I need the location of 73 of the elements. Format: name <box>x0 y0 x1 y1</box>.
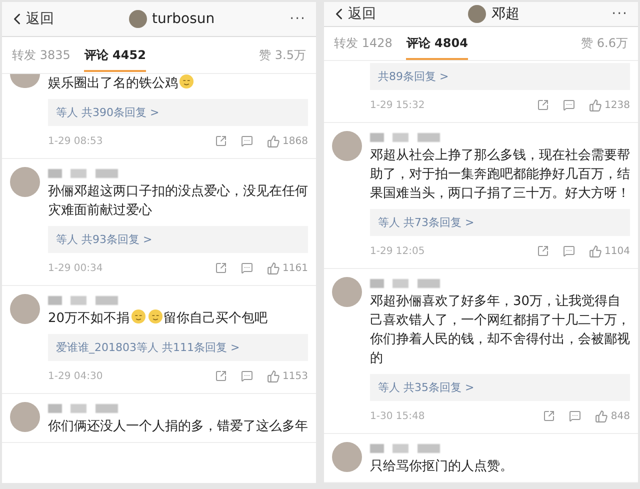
share-icon[interactable] <box>536 99 549 111</box>
blurred-username <box>370 444 440 453</box>
avatar-placeholder <box>129 10 147 28</box>
blurred-username <box>370 279 440 288</box>
share-icon[interactable] <box>214 370 227 382</box>
more-button[interactable]: ··· <box>612 6 628 22</box>
avatar-placeholder[interactable] <box>10 402 40 432</box>
comment-time: 1-29 00:34 <box>48 262 103 274</box>
avatar-placeholder <box>468 5 486 23</box>
avatar-placeholder[interactable] <box>332 277 362 307</box>
avatar-placeholder[interactable] <box>10 74 40 88</box>
blurred-username <box>48 404 118 413</box>
emoji-icon <box>148 309 163 324</box>
comment-time: 1-30 15:48 <box>370 410 425 422</box>
blurred-username <box>48 169 118 178</box>
comment-icon[interactable] <box>240 370 253 382</box>
thumbs-up-icon <box>588 98 602 112</box>
like-button[interactable]: 848 <box>594 410 630 422</box>
likes-tab[interactable]: 赞 6.6万 <box>581 35 628 52</box>
back-button[interactable]: 返回 <box>8 10 54 28</box>
replies-link[interactable]: 等人 共73条回复 > <box>370 209 630 236</box>
avatar-placeholder[interactable] <box>332 131 362 161</box>
like-button[interactable]: 1161 <box>266 262 308 274</box>
share-icon[interactable] <box>542 410 555 422</box>
comment-text: 只给骂你抠门的人点赞。 <box>370 458 514 476</box>
replies-link[interactable]: 等人 共390条回复 > <box>48 99 308 126</box>
replies-link[interactable]: 等人 共93条回复 > <box>48 226 308 253</box>
replies-link[interactable]: 爱谁谁_201803等人 共111条回复 > <box>48 334 308 361</box>
thumbs-up-icon <box>594 410 608 422</box>
page-title: turbosun <box>152 11 215 27</box>
thumbs-up-icon <box>266 370 280 382</box>
comment-text: 娱乐圈出了名的铁公鸡 <box>48 74 308 93</box>
likes-tab[interactable]: 赞 3.5万 <box>259 46 306 64</box>
more-button[interactable]: ··· <box>290 11 306 27</box>
replies-link[interactable]: 等人 共35条回复 > <box>370 374 630 401</box>
comment-time: 1-29 15:32 <box>370 100 425 110</box>
replies-link[interactable]: 共89条回复 > <box>370 63 630 90</box>
comment-text: 孙俪邓超这两口子扣的没点爱心，没见在任何灾难面前献过爱心 <box>48 183 308 220</box>
emoji-icon <box>130 309 146 324</box>
comment-time: 1-29 12:05 <box>370 246 425 256</box>
like-button[interactable]: 1153 <box>266 370 308 382</box>
comment-time: 1-29 04:30 <box>48 370 103 382</box>
tab[interactable]: 评论 4452 <box>84 38 146 72</box>
tab[interactable]: 转发 3835 <box>12 38 70 72</box>
comment-time: 1-29 08:53 <box>48 136 103 146</box>
comment-icon[interactable] <box>240 262 253 274</box>
comment-icon[interactable] <box>562 99 575 111</box>
comment-text: 你们俩还没人一个人捐的多，错爱了这么多年 <box>48 418 308 436</box>
avatar-placeholder[interactable] <box>10 167 40 197</box>
emoji-icon <box>179 74 194 89</box>
thumbs-up-icon <box>588 244 602 258</box>
thumbs-up-icon <box>266 262 280 274</box>
comment-icon[interactable] <box>240 135 253 147</box>
back-button[interactable]: 返回 <box>330 5 376 23</box>
comment-text: 20万不如不捐 留你自己买个包吧 <box>48 309 269 328</box>
like-button[interactable]: 1104 <box>588 244 630 258</box>
comment-icon[interactable] <box>562 245 575 257</box>
comment-icon[interactable] <box>568 410 581 422</box>
avatar-placeholder[interactable] <box>332 442 362 472</box>
avatar-placeholder[interactable] <box>10 294 40 324</box>
tab[interactable]: 转发 1428 <box>334 27 392 60</box>
share-icon[interactable] <box>214 262 227 274</box>
comment-text: 邓超孙俪喜欢了好多年，30万，让我觉得自己喜欢错人了，一个网红都捐了十几二十万，你们挣着人民的钱，却不舍得付出，会被鄙视的 <box>370 293 630 368</box>
like-button[interactable]: 1238 <box>588 98 630 112</box>
tab[interactable]: 评论 4804 <box>406 27 468 60</box>
like-button[interactable]: 1868 <box>266 134 308 148</box>
comment-text: 邓超从社会上挣了那么多钱，现在社会需要帮助了，对于拍一集奔跑吧都能挣好几百万，结果国难当头，两口子捐了三十万。好大方呀！ <box>370 147 630 203</box>
blurred-username <box>48 296 118 305</box>
page-title: 邓超 <box>491 5 520 23</box>
share-icon[interactable] <box>536 245 549 257</box>
blurred-username <box>370 133 440 142</box>
thumbs-up-icon <box>266 134 280 148</box>
share-icon[interactable] <box>214 135 227 147</box>
